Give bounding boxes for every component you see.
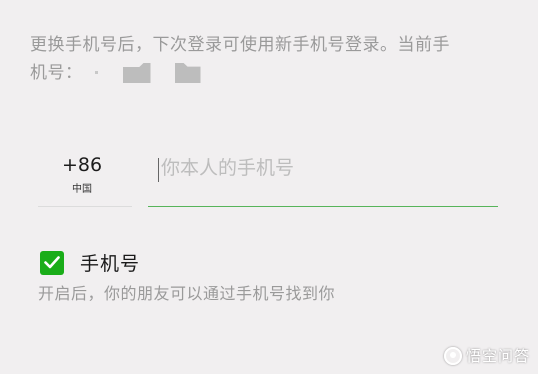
phone-change-description: 更换手机号后，下次登录可使用新手机号登录。当前手 机号： <box>30 31 470 87</box>
redacted-phone-fragment <box>89 69 115 77</box>
phone-number-field[interactable] <box>148 150 498 207</box>
find-by-phone-description: 开启后，你的朋友可以通过手机号找到你 <box>38 284 336 303</box>
checkmark-icon <box>44 256 60 269</box>
redacted-phone-block <box>174 63 201 83</box>
text-cursor <box>158 158 159 182</box>
country-code: +86 <box>61 154 103 176</box>
redacted-phone-block <box>122 63 151 83</box>
watermark-text: 悟空问答 <box>465 347 530 365</box>
country-name: 中国 <box>72 184 92 195</box>
find-by-phone-checkbox[interactable] <box>40 250 64 275</box>
find-by-phone-row[interactable]: 手机号 <box>40 249 140 276</box>
phone-number-input[interactable] <box>161 157 481 179</box>
wukong-logo-icon <box>443 346 462 365</box>
current-phone-label: 机号： <box>30 63 83 83</box>
watermark: 悟空问答 <box>443 345 530 366</box>
find-by-phone-label: 手机号 <box>80 253 141 275</box>
country-code-selector[interactable]: +86 中国 <box>38 150 132 207</box>
description-line-1: 更换手机号后，下次登录可使用新手机号登录。当前手 <box>30 35 450 55</box>
description-line-2: 机号： <box>30 59 470 87</box>
